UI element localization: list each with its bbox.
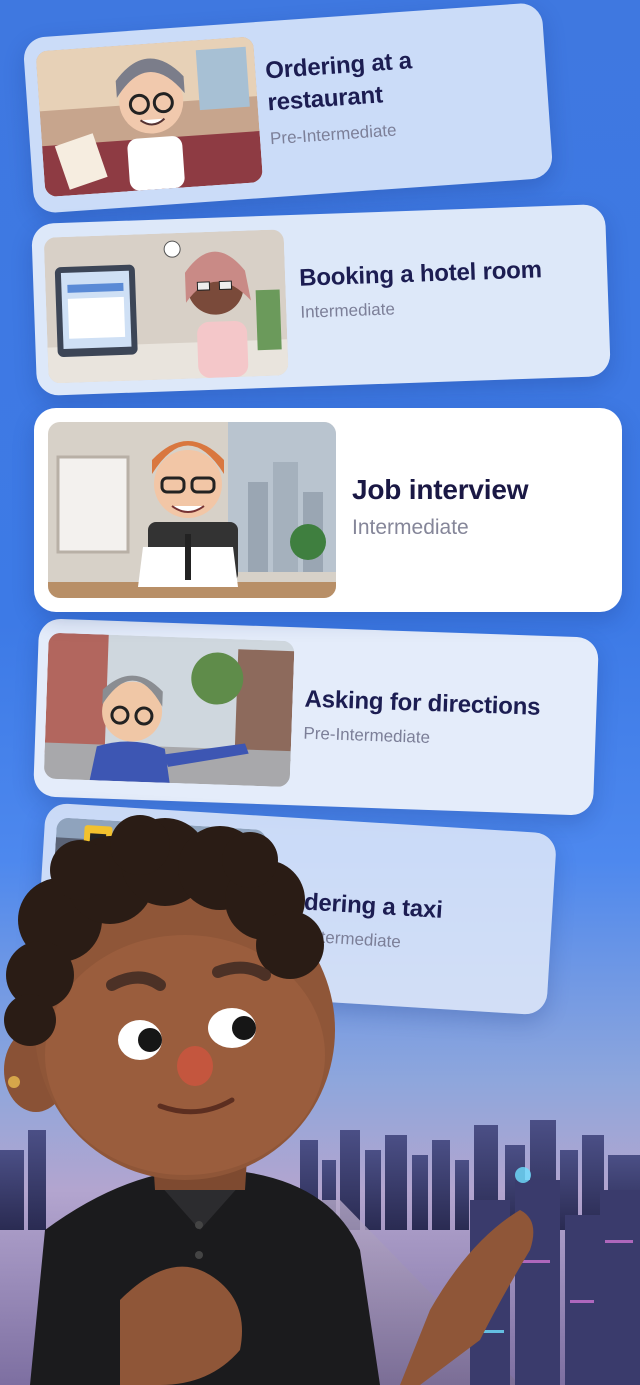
lesson-card-taxi[interactable]: Ordering a taxi Pre-Intermediate [34, 802, 558, 1016]
lesson-card-directions[interactable]: Asking for directions Pre-Intermediate [33, 618, 599, 816]
lesson-card-restaurant[interactable]: Ordering at a restaurant Pre-Intermediat… [22, 2, 554, 214]
street-scene-image [43, 632, 295, 788]
lesson-level: Intermediate [300, 299, 396, 322]
lesson-card-job-interview[interactable]: Job interview Intermediate [34, 408, 622, 612]
lesson-level: Pre-Intermediate [269, 120, 398, 149]
lesson-title: Ordering a taxi [275, 886, 444, 924]
lesson-title: Booking a hotel room [298, 256, 543, 292]
hotel-scene-image [43, 229, 289, 384]
taxi-scene-image [48, 817, 267, 972]
lesson-level: Pre-Intermediate [303, 723, 431, 747]
interview-scene-image [48, 422, 336, 598]
lesson-card-hotel[interactable]: Booking a hotel room Intermediate [31, 204, 611, 396]
lesson-level: Pre-Intermediate [273, 924, 402, 952]
restaurant-scene-image [35, 36, 264, 198]
lesson-level: Intermediate [352, 516, 469, 539]
lesson-title: Ordering at a restaurant [264, 47, 413, 117]
lesson-title: Asking for directions [304, 685, 541, 721]
lesson-title: Job interview [352, 474, 529, 505]
